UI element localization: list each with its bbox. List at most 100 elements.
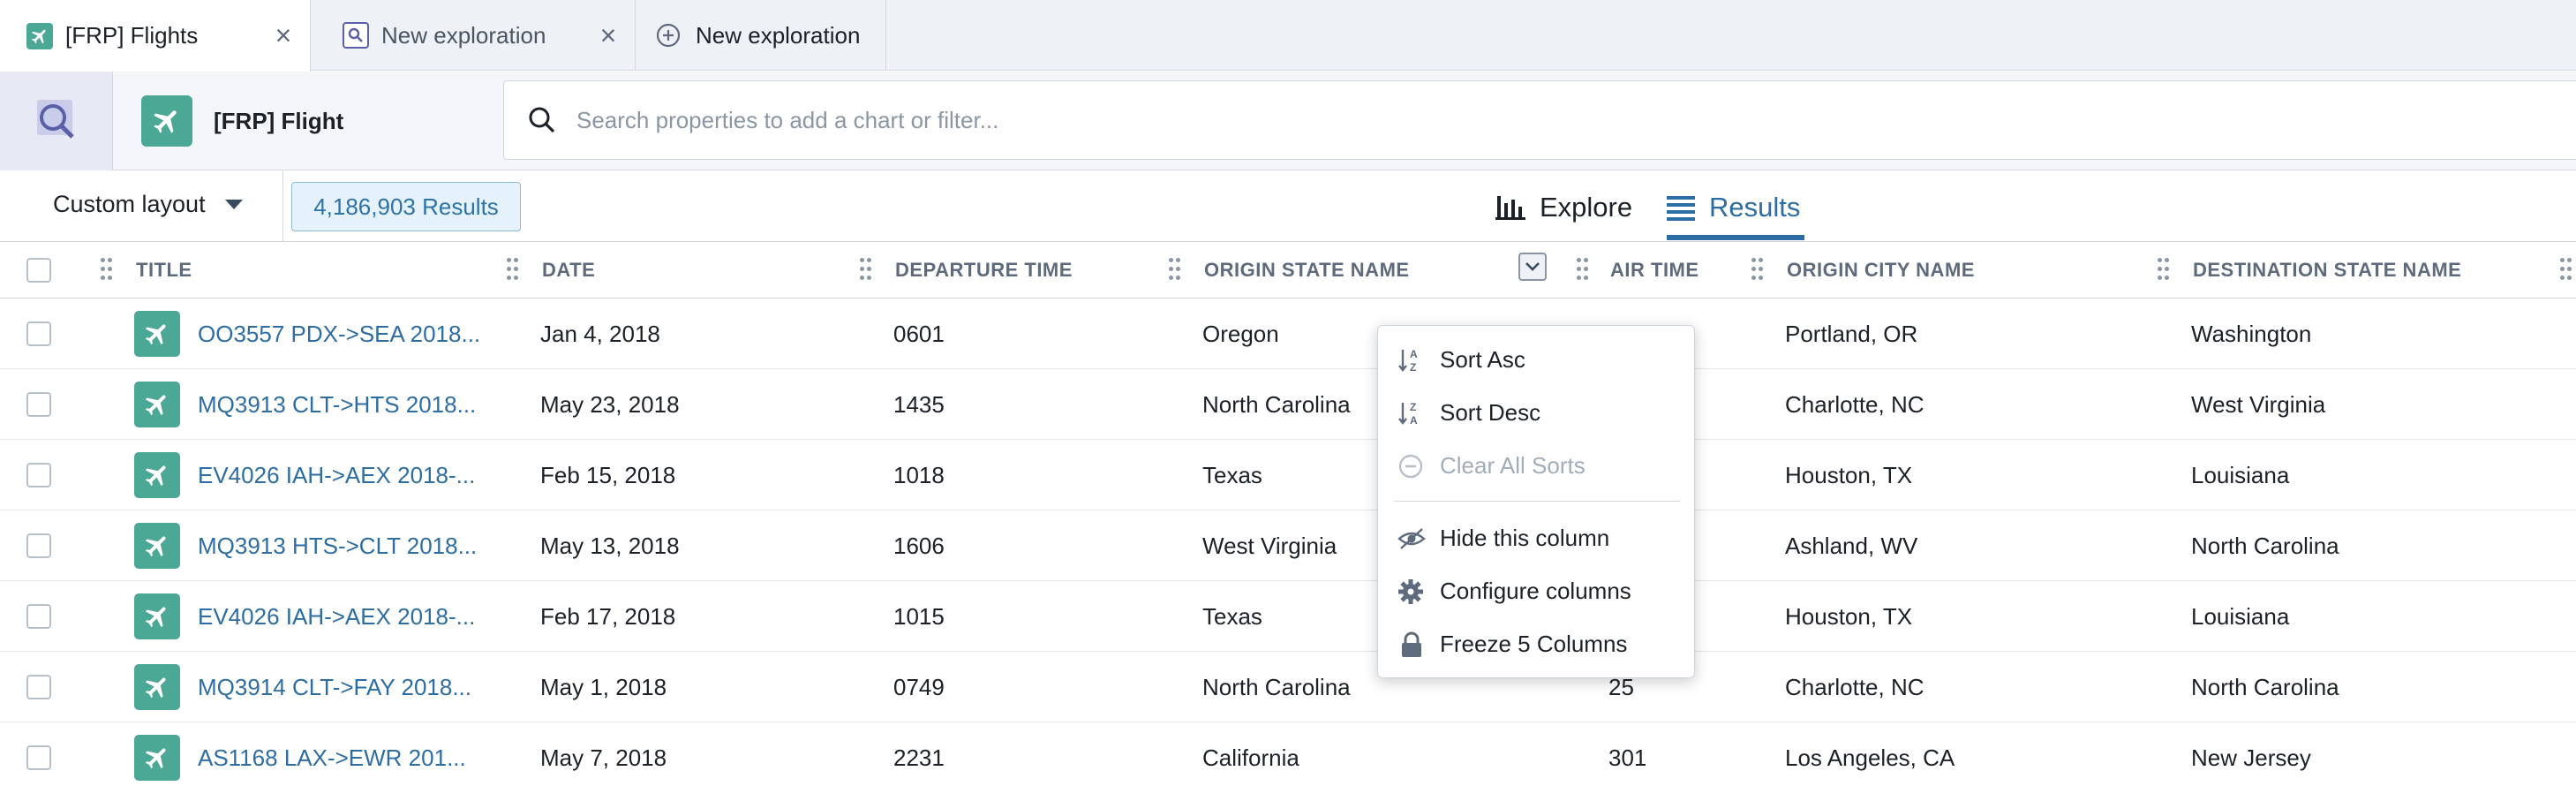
cell-title[interactable]: EV4026 IAH->AEX 2018-... (198, 581, 475, 652)
close-icon[interactable]: × (269, 19, 298, 51)
eye-off-icon (1397, 528, 1426, 549)
cell-destination-state: Louisiana (2191, 461, 2290, 488)
cell-title[interactable]: MQ3913 CLT->HTS 2018... (198, 369, 476, 440)
drag-handle-icon[interactable] (101, 258, 113, 283)
tab-results[interactable]: Results (1667, 185, 1800, 230)
column-context-menu: A Z Sort Asc Z A Sort Desc Clear All Sor… (1377, 325, 1695, 678)
table-row[interactable]: MQ3913 CLT->HTS 2018... May 23, 2018 143… (0, 369, 2576, 440)
cell-destination-state: Washington (2191, 320, 2312, 347)
cell-date: Feb 15, 2018 (540, 461, 676, 488)
row-checkbox[interactable] (26, 392, 51, 417)
object-type[interactable]: [FRP] Flight (113, 72, 503, 170)
active-tab-indicator (1667, 235, 1804, 240)
cell-title[interactable]: EV4026 IAH->AEX 2018-... (198, 440, 475, 510)
column-header-date[interactable]: DATE (542, 242, 595, 299)
row-checkbox[interactable] (26, 321, 51, 346)
airplane-icon (26, 22, 53, 49)
cell-origin-city: Portland, OR (1785, 320, 1918, 347)
column-header-title[interactable]: TITLE (136, 242, 192, 299)
sort-asc-icon: A Z (1398, 348, 1418, 374)
table-row[interactable]: OO3557 PDX->SEA 2018... Jan 4, 2018 0601… (0, 299, 2576, 369)
drag-handle-icon[interactable] (2158, 258, 2170, 283)
cell-destination-state: North Carolina (2191, 673, 2339, 700)
tab-flights[interactable]: [FRP] Flights × (0, 0, 311, 72)
drag-handle-icon[interactable] (507, 258, 519, 283)
cell-origin-city: Charlotte, NC (1785, 390, 1924, 418)
cell-title[interactable]: MQ3914 CLT->FAY 2018... (198, 652, 471, 722)
cell-destination-state: West Virginia (2191, 390, 2326, 418)
column-header-origin-city-name[interactable]: ORIGIN CITY NAME (1787, 242, 1975, 299)
close-icon[interactable]: × (594, 19, 622, 51)
cell-title[interactable]: OO3557 PDX->SEA 2018... (198, 299, 480, 369)
tab-results-label: Results (1709, 192, 1801, 223)
menu-item-configure-columns[interactable]: Configure columns (1378, 564, 1696, 617)
menu-item-label: Freeze 5 Columns (1440, 630, 1628, 657)
menu-item-hide-column[interactable]: Hide this column (1378, 511, 1696, 564)
menu-item-label: Configure columns (1440, 577, 1631, 604)
table-row[interactable]: AS1168 LAX->EWR 201... May 7, 2018 2231 … (0, 722, 2576, 786)
drag-handle-icon[interactable] (1577, 258, 1589, 283)
list-icon (1667, 196, 1695, 221)
drag-handle-icon[interactable] (860, 258, 872, 283)
tab-label: [FRP] Flights (65, 22, 199, 49)
menu-item-sort-desc[interactable]: Z A Sort Desc (1378, 386, 1696, 439)
cell-departure-time: 1606 (893, 532, 945, 559)
exploration-logo[interactable] (0, 72, 113, 170)
cell-air-time: 301 (1608, 744, 1647, 771)
tab-explore-label: Explore (1540, 192, 1633, 223)
tab-new-exploration[interactable]: New exploration × (311, 0, 636, 71)
cell-title[interactable]: MQ3913 HTS->CLT 2018... (198, 510, 477, 581)
search-icon (529, 107, 555, 133)
cell-destination-state: New Jersey (2191, 744, 2311, 771)
drag-handle-icon[interactable] (1169, 258, 1181, 283)
table-row[interactable]: MQ3914 CLT->FAY 2018... May 1, 2018 0749… (0, 652, 2576, 722)
airplane-icon (134, 311, 180, 357)
exploration-logo-icon (36, 100, 74, 139)
row-checkbox[interactable] (26, 675, 51, 699)
row-checkbox[interactable] (26, 604, 51, 629)
layout-label: Custom layout (53, 191, 206, 217)
cell-title[interactable]: AS1168 LAX->EWR 201... (198, 722, 466, 786)
row-checkbox[interactable] (26, 533, 51, 558)
menu-item-clear-all-sorts[interactable]: Clear All Sorts (1378, 439, 1696, 492)
cell-date: May 1, 2018 (540, 673, 667, 700)
column-header-origin-state-name[interactable]: ORIGIN STATE NAME (1204, 242, 1410, 299)
select-all-checkbox[interactable] (26, 258, 51, 283)
cell-origin-city: Ashland, WV (1785, 532, 1918, 559)
menu-item-freeze-columns[interactable]: Freeze 5 Columns (1378, 617, 1696, 670)
cell-origin-city: Houston, TX (1785, 602, 1913, 630)
table-row[interactable]: MQ3913 HTS->CLT 2018... May 13, 2018 160… (0, 510, 2576, 581)
svg-text:Z: Z (1410, 401, 1416, 413)
layout-dropdown[interactable]: Custom layout (53, 191, 243, 218)
menu-item-label: Sort Desc (1440, 398, 1541, 426)
cell-date: May 23, 2018 (540, 390, 680, 418)
table-row[interactable]: EV4026 IAH->AEX 2018-... Feb 15, 2018 10… (0, 440, 2576, 510)
cell-origin-city: Los Angeles, CA (1785, 744, 1955, 771)
drag-handle-icon[interactable] (2560, 258, 2572, 283)
drag-handle-icon[interactable] (1751, 258, 1764, 283)
menu-item-sort-asc[interactable]: A Z Sort Asc (1378, 333, 1696, 386)
row-checkbox[interactable] (26, 463, 51, 487)
gear-icon (1398, 579, 1423, 604)
menu-divider (1394, 501, 1680, 502)
column-header-air-time[interactable]: AIR TIME (1610, 242, 1699, 299)
sort-desc-icon: Z A (1398, 401, 1418, 427)
airplane-icon (134, 523, 180, 569)
table-row[interactable]: EV4026 IAH->AEX 2018-... Feb 17, 2018 10… (0, 581, 2576, 652)
lock-icon (1402, 631, 1421, 657)
cell-origin-state: North Carolina (1202, 390, 1351, 418)
cell-destination-state: Louisiana (2191, 602, 2290, 630)
column-header-destination-state-name[interactable]: DESTINATION STATE NAME (2193, 242, 2461, 299)
exploration-icon (343, 22, 369, 49)
row-checkbox[interactable] (26, 745, 51, 770)
column-header-departure-time[interactable]: DEPARTURE TIME (895, 242, 1073, 299)
search-input[interactable]: Search properties to add a chart or filt… (503, 80, 2576, 160)
airplane-icon (134, 382, 180, 427)
svg-text:A: A (1410, 348, 1418, 360)
results-count-badge[interactable]: 4,186,903 Results (291, 182, 521, 231)
cell-departure-time: 1018 (893, 461, 945, 488)
tab-explore[interactable]: Explore (1495, 185, 1632, 230)
menu-item-label: Clear All Sorts (1440, 451, 1586, 479)
column-menu-button[interactable] (1518, 253, 1547, 281)
new-tab-button[interactable]: New exploration (636, 0, 886, 71)
